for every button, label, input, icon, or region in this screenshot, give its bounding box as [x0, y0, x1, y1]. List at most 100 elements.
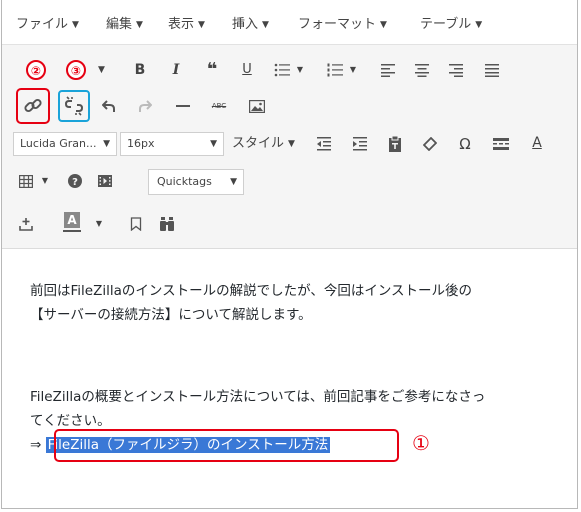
help-button[interactable]: ? [65, 170, 85, 192]
chevron-down-icon: ▼ [475, 20, 483, 30]
chevron-down-icon: ▼ [230, 177, 237, 187]
chevron-down-icon: ▼ [210, 139, 217, 149]
background-color-button[interactable]: A [62, 211, 82, 235]
text-color-button[interactable]: A [527, 132, 547, 154]
background-color-dropdown[interactable]: ▼ [92, 213, 106, 235]
menu-bar: ファイル ▼ 編集 ▼ 表示 ▼ 挿入 ▼ フォーマット ▼ テーブル ▼ [2, 0, 577, 45]
insert-media-button[interactable] [95, 170, 115, 192]
numbered-list-dropdown[interactable]: ▼ [346, 59, 360, 81]
strikethrough-button[interactable]: ABC [205, 95, 233, 117]
table-button[interactable] [16, 170, 36, 192]
numbered-list-icon [327, 63, 343, 77]
outdent-button[interactable] [314, 133, 334, 155]
link-button[interactable] [16, 88, 50, 124]
editor-toolbar: ファイル ▼ 編集 ▼ 表示 ▼ 挿入 ▼ フォーマット ▼ テーブル ▼ ▼ B I ❝ … [2, 0, 577, 249]
text-color-icon: A [532, 135, 542, 151]
align-right-icon [449, 64, 463, 77]
quicktags-select[interactable]: Quicktags ▼ [148, 169, 244, 195]
underline-icon: U [242, 62, 252, 77]
annotation-number-2: ② [26, 60, 46, 80]
paste-text-button[interactable] [385, 133, 405, 155]
chevron-down-icon: ▼ [95, 219, 103, 228]
annotation-highlight-1 [54, 429, 399, 462]
italic-button[interactable]: I [164, 59, 188, 81]
table-dropdown[interactable]: ▼ [38, 170, 52, 192]
image-icon [249, 100, 265, 113]
bold-icon: B [134, 62, 146, 78]
bookmark-button[interactable] [126, 213, 146, 235]
horizontal-line-icon [176, 105, 190, 107]
paragraph-2: FileZillaの概要とインストール方法については、前回記事をご参考になさっ … [30, 389, 486, 429]
align-center-icon [415, 64, 429, 77]
italic-icon: I [172, 62, 180, 78]
link-icon [24, 98, 42, 113]
annotation-number-1: ① [412, 431, 430, 455]
align-justify-button[interactable] [482, 59, 502, 81]
table-icon [19, 175, 33, 188]
more-icon [493, 138, 509, 150]
insert-image-button[interactable] [245, 95, 269, 117]
align-right-button[interactable] [446, 59, 466, 81]
font-family-select[interactable]: Lucida Gran... ▼ [13, 132, 117, 156]
menu-edit[interactable]: 編集 ▼ [106, 13, 143, 32]
omega-icon: Ω [459, 135, 471, 153]
bullet-list-button[interactable] [272, 59, 292, 81]
chevron-down-icon: ▼ [380, 20, 387, 30]
chevron-down-icon: ▼ [72, 20, 79, 30]
chevron-down-icon: ▼ [136, 20, 143, 30]
arrow-text: ⇒ [30, 437, 42, 453]
redo-button[interactable] [135, 95, 155, 117]
paragraph-1: 前回はFileZillaのインストールの解説でしたが、今回はインストール後の 【… [30, 283, 473, 323]
clear-format-button[interactable] [420, 133, 440, 155]
chevron-down-icon: ▼ [198, 20, 205, 30]
strikethrough-icon: ABC [211, 102, 227, 110]
chevron-down-icon: ▼ [288, 139, 295, 149]
find-icon [160, 217, 174, 231]
editor-frame: ファイル ▼ 編集 ▼ 表示 ▼ 挿入 ▼ フォーマット ▼ テーブル ▼ ▼ B I ❝ … [1, 0, 578, 509]
chevron-down-icon: ▼ [349, 65, 357, 74]
chevron-down-icon: ▼ [41, 176, 49, 185]
numbered-list-button[interactable] [325, 59, 345, 81]
svg-text:?: ? [72, 177, 78, 188]
indent-button[interactable] [350, 133, 370, 155]
indent-icon [353, 137, 367, 151]
read-more-button[interactable] [491, 133, 511, 155]
menu-view[interactable]: 表示 ▼ [168, 13, 205, 32]
paste-text-icon [389, 136, 401, 152]
clear-format-icon [423, 137, 437, 151]
format-dropdown-caret[interactable]: ▼ [98, 59, 105, 81]
bullet-list-dropdown[interactable]: ▼ [293, 59, 307, 81]
media-icon [98, 175, 112, 187]
menu-file[interactable]: ファイル ▼ [16, 13, 79, 32]
chevron-down-icon: ▼ [103, 139, 110, 149]
unlink-button[interactable] [58, 90, 90, 122]
anchor-add-button[interactable] [16, 213, 36, 235]
bullet-list-icon [274, 63, 290, 77]
align-justify-icon [485, 64, 499, 77]
redo-icon [139, 100, 152, 112]
undo-button[interactable] [99, 95, 119, 117]
align-left-button[interactable] [378, 59, 398, 81]
bookmark-icon [130, 217, 142, 231]
unlink-icon [64, 96, 84, 116]
annotation-number-3: ③ [66, 60, 86, 80]
bold-button[interactable]: B [128, 59, 152, 81]
background-color-icon: A [64, 212, 80, 228]
underline-button[interactable]: U [235, 59, 259, 81]
find-button[interactable] [157, 213, 177, 235]
blockquote-button[interactable]: ❝ [200, 59, 224, 81]
font-size-select[interactable]: 16px ▼ [120, 132, 224, 156]
outdent-icon [317, 137, 331, 151]
chevron-down-icon: ▼ [296, 65, 304, 74]
blockquote-icon: ❝ [206, 59, 218, 80]
chevron-down-icon: ▼ [98, 65, 105, 75]
align-left-icon [381, 64, 395, 77]
horizontal-line-button[interactable] [173, 95, 193, 117]
special-char-button[interactable]: Ω [455, 133, 475, 155]
menu-format[interactable]: フォーマット ▼ [298, 13, 387, 32]
menu-insert[interactable]: 挿入 ▼ [232, 13, 269, 32]
menu-table[interactable]: テーブル ▼ [420, 13, 482, 32]
align-center-button[interactable] [412, 59, 432, 81]
undo-icon [102, 100, 115, 112]
style-dropdown[interactable]: スタイル ▼ [232, 133, 314, 155]
